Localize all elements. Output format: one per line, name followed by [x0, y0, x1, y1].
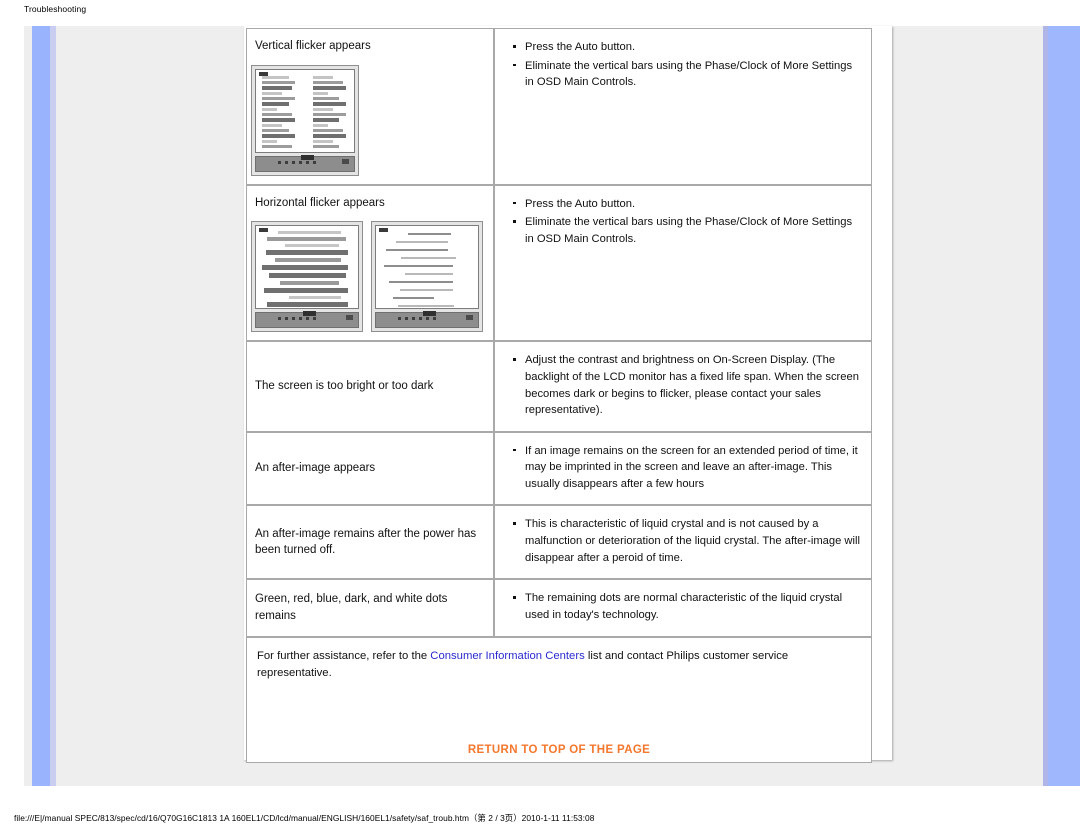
monitor-base-icon [255, 311, 359, 329]
further-assistance-paragraph: For further assistance, refer to the Con… [247, 638, 871, 696]
solution-cell: Adjust the contrast and brightness on On… [494, 341, 872, 432]
list-item: Adjust the contrast and brightness on On… [513, 352, 861, 418]
solution-cell: This is characteristic of liquid crystal… [494, 505, 872, 580]
consumer-information-centers-link[interactable]: Consumer Information Centers [430, 650, 584, 662]
monitor-thumbnail-icon [371, 221, 483, 333]
list-item: This is characteristic of liquid crystal… [513, 516, 861, 566]
solution-list: This is characteristic of liquid crystal… [495, 506, 871, 578]
symptom-cell: Horizontal flicker appears [246, 184, 494, 342]
list-item: The remaining dots are normal characteri… [513, 590, 861, 623]
troubleshooting-table: Vertical flicker appears Press the Auto … [246, 28, 872, 763]
table-row: Horizontal flicker appears Press the Aut… [246, 184, 872, 342]
list-item: Press the Auto button. [513, 39, 861, 56]
monitor-base-icon [255, 154, 355, 172]
symptom-cell: Vertical flicker appears [246, 28, 494, 185]
symptom-text: An after-image remains after the power h… [255, 527, 477, 557]
solution-list: The remaining dots are normal characteri… [495, 580, 871, 635]
footer-text-before-link: For further assistance, refer to the [257, 650, 431, 663]
monitor-thumbnail-icon [251, 221, 363, 333]
symptom-text: Green, red, blue, dark, and white dots r… [255, 593, 448, 623]
right-blue-rail [1048, 26, 1080, 786]
solution-list: Adjust the contrast and brightness on On… [495, 342, 871, 430]
table-row: An after-image remains after the power h… [246, 505, 872, 580]
list-item: Eliminate the vertical bars using the Ph… [513, 214, 861, 247]
vertical-flicker-thumbnail-group [247, 59, 493, 184]
footer-cell: For further assistance, refer to the Con… [246, 637, 872, 763]
solution-cell: Press the Auto button. Eliminate the ver… [494, 184, 872, 342]
solution-cell: The remaining dots are normal characteri… [494, 579, 872, 638]
table-row: Green, red, blue, dark, and white dots r… [246, 579, 872, 638]
return-to-top-link[interactable]: RETURN TO TOP OF THE PAGE [247, 744, 871, 756]
list-item: If an image remains on the screen for an… [513, 443, 861, 493]
solution-list: Press the Auto button. Eliminate the ver… [495, 29, 871, 103]
symptom-text: Vertical flicker appears [255, 40, 371, 52]
table-row: The screen is too bright or too dark Adj… [246, 341, 872, 432]
symptom-cell: Green, red, blue, dark, and white dots r… [246, 579, 494, 638]
printed-page-frame: Vertical flicker appears Press the Auto … [24, 26, 1080, 786]
table-row-footer: For further assistance, refer to the Con… [246, 637, 872, 763]
monitor-base-icon [375, 311, 479, 329]
solution-cell: If an image remains on the screen for an… [494, 431, 872, 506]
left-lavender-rail [50, 26, 56, 786]
list-item: Eliminate the vertical bars using the Ph… [513, 58, 861, 91]
left-blue-rail [32, 26, 50, 786]
symptom-cell: An after-image remains after the power h… [246, 505, 494, 580]
symptom-text: The screen is too bright or too dark [255, 380, 434, 393]
status-bar-path: file:///E|/manual SPEC/813/spec/cd/16/Q7… [14, 813, 595, 823]
content-sheet: Vertical flicker appears Press the Auto … [244, 26, 892, 763]
symptom-text: Horizontal flicker appears [255, 196, 385, 209]
solution-list: If an image remains on the screen for an… [495, 433, 871, 505]
list-item: Press the Auto button. [513, 196, 861, 213]
page-header-label: Troubleshooting [24, 4, 87, 14]
horizontal-flicker-thumbnail-group [247, 215, 493, 340]
symptom-cell: The screen is too bright or too dark [246, 341, 494, 432]
table-row: An after-image appears If an image remai… [246, 431, 872, 506]
table-row: Vertical flicker appears Press the Auto … [246, 28, 872, 185]
symptom-text: An after-image appears [255, 462, 376, 475]
monitor-logo-icon [379, 228, 388, 233]
symptom-cell: An after-image appears [246, 431, 494, 506]
solution-cell: Press the Auto button. Eliminate the ver… [494, 28, 872, 185]
solution-list: Press the Auto button. Eliminate the ver… [495, 186, 871, 260]
monitor-thumbnail-icon [251, 64, 359, 176]
